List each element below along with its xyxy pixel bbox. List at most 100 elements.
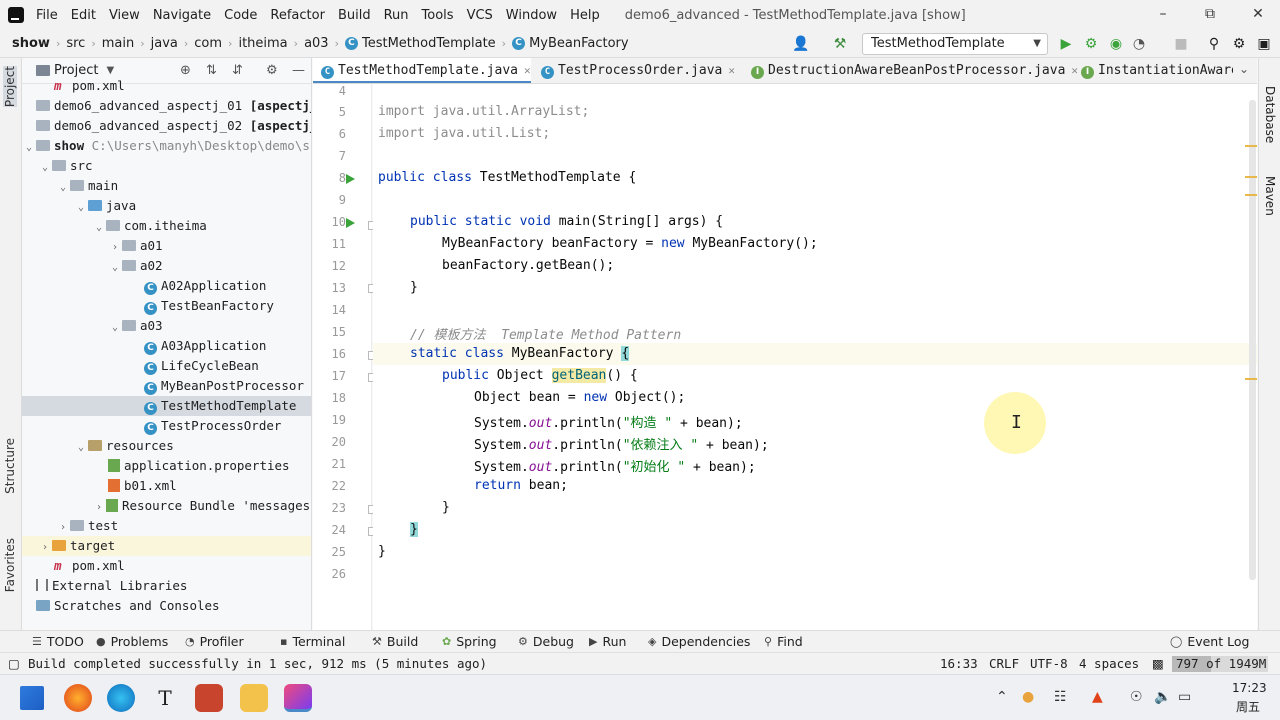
tree-item-testbeanfactory[interactable]: C TestBeanFactory [22,296,311,316]
stripe-project[interactable]: Project [3,66,17,108]
tray-chevron-up-icon[interactable]: ⌃ [996,689,1008,705]
menu-file[interactable]: File [36,8,58,23]
menu-run[interactable]: Run [384,8,409,23]
code-editor[interactable]: ⚠ 4 ⌃ ⌄ import java.util.ArrayList; impo… [373,84,1257,630]
close-tab-icon[interactable]: ✕ [524,64,531,77]
close-icon[interactable]: ✕ [1250,6,1266,22]
warning-marker[interactable] [1245,194,1257,196]
tree-item-testprocessorder[interactable]: C TestProcessOrder [22,416,311,436]
profile-icon[interactable]: ◔ [1131,36,1147,52]
tree-item-application-properties[interactable]: application.properties [22,456,311,476]
menu-edit[interactable]: Edit [71,8,96,23]
indent-setting[interactable]: 4 spaces [1079,656,1139,671]
run-class-gutter-icon[interactable] [346,174,355,184]
tree-item-aspectj-02[interactable]: demo6_advanced_aspectj_02 [aspectj_0 [22,116,311,136]
restore-icon[interactable]: ⧉ [1202,6,1218,22]
menu-navigate[interactable]: Navigate [153,8,211,23]
search-icon[interactable]: ⚲ [1206,36,1222,52]
tool-todo[interactable]: ☰ TODO [32,634,84,649]
menu-tools[interactable]: Tools [422,8,454,23]
network-globe-icon[interactable]: ☉ [1130,689,1143,705]
tabs-chevron-down-icon[interactable]: ⌄ [1239,62,1249,76]
tree-item-test[interactable]: › test [22,516,311,536]
tree-item-resources[interactable]: ⌄ resources [22,436,311,456]
debug-icon[interactable]: ⚙ [1083,36,1099,52]
warning-marker[interactable] [1245,145,1257,147]
caret-position[interactable]: 16:33 [940,656,978,671]
tool-run[interactable]: ▶ Run [589,634,626,649]
menu-vcs[interactable]: VCS [467,8,493,23]
tree-item-a02application[interactable]: C A02Application [22,276,311,296]
tool-profiler[interactable]: ◔ Profiler [185,634,244,649]
tool-spring[interactable]: ✿ Spring [442,634,497,649]
tree-item-lifecyclebean[interactable]: C LifeCycleBean [22,356,311,376]
tree-item-scratches[interactable]: Scratches and Consoles [22,596,311,616]
stripe-database[interactable]: Database [1263,86,1277,143]
clock-time[interactable]: 17:23 [1232,681,1267,695]
intellij-idea-icon[interactable] [284,684,312,712]
tree-item-resource-bundle[interactable]: › Resource Bundle 'messages [22,496,311,516]
tree-item-a01[interactable]: › a01 [22,236,311,256]
tree-item-a03application[interactable]: C A03Application [22,336,311,356]
stripe-favorites[interactable]: Favorites [3,538,17,592]
tab-destructionaware[interactable]: I DestructionAwareBeanPostProcessor.java ✕ [743,58,1078,83]
memory-indicator[interactable]: 797 of 1949M [1172,656,1268,672]
tree-item-b01-xml[interactable]: b01.xml [22,476,311,496]
settings-gear-icon[interactable]: ⚙ [1231,36,1247,52]
tab-testprocessorder[interactable]: C TestProcessOrder.java ✕ [533,58,741,83]
tool-find[interactable]: ⚲ Find [764,634,803,649]
breadcrumb-mybeanfactory[interactable]: C MyBeanFactory [512,36,629,51]
editor-scrollbar[interactable] [1249,100,1256,580]
menu-code[interactable]: Code [224,8,257,23]
hammer-build-icon[interactable]: ⚒ [832,36,848,52]
breadcrumb-main[interactable]: main › [102,36,151,51]
battery-icon[interactable]: ▭ [1178,689,1191,705]
menu-build[interactable]: Build [338,8,371,23]
run-configuration-select[interactable]: TestMethodTemplate ▼ [862,33,1048,55]
breadcrumb-a03[interactable]: a03 › [304,36,345,51]
powerpoint-icon[interactable] [195,684,223,712]
tree-item-java[interactable]: ⌄ java [22,196,311,216]
tree-item-testmethodtemplate[interactable]: C TestMethodTemplate [22,396,311,416]
typora-icon[interactable]: T [151,684,179,712]
tree-item-com-itheima[interactable]: ⌄ com.itheima [22,216,311,236]
warning-marker[interactable] [1245,378,1257,380]
menu-refactor[interactable]: Refactor [270,8,325,23]
lock-icon[interactable]: ▩ [1152,656,1164,671]
breadcrumb-com[interactable]: com › [194,36,238,51]
tree-item-aspectj-01[interactable]: demo6_advanced_aspectj_01 [aspectj_0 [22,96,311,116]
stripe-maven[interactable]: Maven [1263,176,1277,216]
breadcrumb-show[interactable]: show › [12,36,66,51]
stop-icon[interactable]: ■ [1173,36,1189,52]
run-icon[interactable]: ▶ [1058,36,1074,52]
tree-item-mybeanpostprocessor[interactable]: C MyBeanPostProcessor [22,376,311,396]
tree-item-pom-top[interactable]: m pom.xml [22,76,311,96]
breadcrumb-src[interactable]: src › [66,36,101,51]
clock-day[interactable]: 周五 [1236,698,1260,715]
file-encoding[interactable]: UTF-8 [1030,656,1068,671]
menu-window[interactable]: Window [506,8,557,23]
tab-testmethodtemplate[interactable]: C TestMethodTemplate.java ✕ [313,58,531,83]
tree-item-show[interactable]: ⌄ show C:\Users\manyh\Desktop\demo\sh [22,136,311,156]
tree-item-main[interactable]: ⌄ main [22,176,311,196]
tool-dependencies[interactable]: ◈ Dependencies [648,634,750,649]
tree-item-a03[interactable]: ⌄ a03 [22,316,311,336]
tree-item-a02[interactable]: ⌄ a02 [22,256,311,276]
status-message[interactable]: Build completed successfully in 1 sec, 9… [28,656,487,671]
minimize-icon[interactable]: – [1155,6,1171,22]
plugins-icon[interactable]: ▣ [1256,36,1272,52]
menu-view[interactable]: View [109,8,140,23]
line-separator[interactable]: CRLF [989,656,1019,671]
tree-item-pom-xml[interactable]: m pom.xml [22,556,311,576]
coverage-icon[interactable]: ◉ [1108,36,1124,52]
breadcrumb-java[interactable]: java › [151,36,195,51]
tab-instantiationaware[interactable]: I InstantiationAware [1073,58,1233,83]
chevron-down-icon[interactable]: ▼ [106,65,114,76]
firefox-icon[interactable] [64,684,92,712]
app-tray-icon[interactable]: ▲ [1092,689,1103,705]
breadcrumb-itheima[interactable]: itheima › [238,36,304,51]
tool-terminal[interactable]: ▪ Terminal [280,634,345,649]
stripe-structure[interactable]: Structure [3,438,17,494]
tree-item-src[interactable]: ⌄ src [22,156,311,176]
edge-icon[interactable] [107,684,135,712]
